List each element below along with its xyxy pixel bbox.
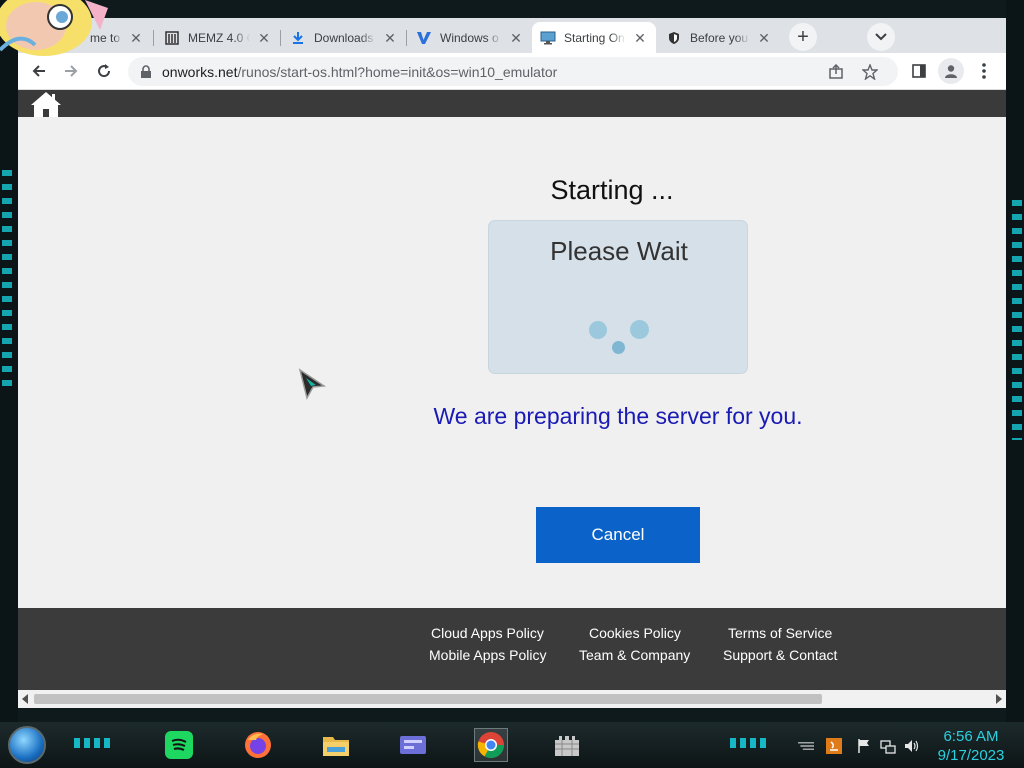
scrollbar-thumb[interactable]	[34, 694, 822, 704]
tab-5[interactable]: Before you ✕	[658, 22, 780, 53]
spinner-dot	[630, 320, 649, 339]
tab-4-active[interactable]: Starting On ✕	[532, 22, 656, 53]
reload-icon	[98, 64, 111, 78]
volume-icon[interactable]	[904, 738, 920, 754]
taskbar: 6:56 AM 9/17/2023	[0, 722, 1024, 768]
start-button[interactable]	[8, 726, 46, 764]
tab-separator	[406, 30, 407, 46]
tab-search-button[interactable]	[867, 23, 895, 51]
support-contact-link[interactable]: Support & Contact	[723, 647, 837, 663]
page-body: Starting ... Please Wait We are preparin…	[18, 117, 1006, 608]
chevron-down-icon	[875, 33, 887, 41]
browser-window: me to ✕ MEMZ 4.0 C ✕ Downloads ✕ Windows…	[18, 18, 1006, 708]
side-panel-icon	[912, 64, 926, 78]
shield-icon	[666, 30, 682, 46]
scroll-right-arrow-icon[interactable]	[996, 694, 1002, 704]
spotify-icon[interactable]	[162, 728, 196, 762]
cloud-apps-policy-link[interactable]: Cloud Apps Policy	[431, 625, 544, 641]
taskbar-decoration	[74, 738, 114, 748]
browser-toolbar: onworks.net/runos/start-os.html?home=ini…	[18, 53, 1006, 90]
site-header	[18, 90, 1006, 117]
profile-button[interactable]	[938, 58, 964, 84]
side-panel-button[interactable]	[906, 58, 932, 84]
castle-app-icon[interactable]	[550, 728, 584, 762]
tray-bars-icon[interactable]	[798, 738, 814, 754]
java-icon[interactable]	[826, 738, 842, 754]
tab-title: Windows o	[440, 30, 499, 45]
v-logo-icon	[416, 30, 432, 46]
monitor-icon	[540, 30, 556, 46]
star-icon	[862, 63, 878, 80]
share-button[interactable]	[828, 57, 844, 86]
mascot-desktop-icon[interactable]	[0, 0, 110, 62]
archive-icon	[164, 30, 180, 46]
tab-separator	[280, 30, 281, 46]
new-tab-button[interactable]: +	[789, 23, 817, 51]
close-icon[interactable]: ✕	[632, 30, 648, 46]
lock-icon	[141, 64, 151, 78]
close-icon[interactable]: ✕	[256, 30, 272, 46]
chrome-icon[interactable]	[474, 728, 508, 762]
url-host: onworks.net	[162, 63, 238, 80]
file-explorer-icon[interactable]	[319, 728, 353, 762]
arrow-left-icon	[32, 65, 45, 77]
starting-title: Starting ...	[550, 175, 674, 205]
cookies-policy-link[interactable]: Cookies Policy	[589, 625, 681, 641]
tab-separator	[153, 30, 154, 46]
clock-time[interactable]: 6:56 AM	[936, 728, 1006, 745]
share-icon	[829, 63, 843, 79]
team-company-link[interactable]: Team & Company	[579, 647, 690, 663]
media-app-icon[interactable]	[396, 728, 430, 762]
flag-icon[interactable]	[856, 738, 872, 754]
avatar-icon	[945, 65, 957, 78]
taskbar-decoration	[730, 738, 770, 748]
mouse-cursor-icon	[298, 368, 327, 401]
close-icon[interactable]: ✕	[128, 30, 144, 46]
wait-box: Please Wait	[488, 220, 748, 374]
terms-of-service-link[interactable]: Terms of Service	[728, 625, 832, 641]
url-path: /runos/start-os.html?home=init&os=win10_…	[237, 63, 558, 80]
network-icon[interactable]	[880, 738, 896, 754]
spinner-dot	[589, 321, 607, 339]
tab-title: MEMZ 4.0 C	[188, 30, 250, 45]
firefox-icon[interactable]	[241, 728, 275, 762]
tab-title: Before you	[690, 30, 749, 45]
tab-title: Downloads	[314, 30, 374, 45]
please-wait-text: Please Wait	[550, 236, 688, 266]
address-bar[interactable]: onworks.net/runos/start-os.html?home=ini…	[128, 57, 898, 86]
clock-date[interactable]: 9/17/2023	[932, 747, 1010, 764]
tab-1[interactable]: MEMZ 4.0 C ✕	[156, 22, 280, 53]
spinner-dot	[612, 341, 625, 354]
menu-button[interactable]	[971, 58, 997, 84]
site-footer: Cloud Apps Policy Cookies Policy Terms o…	[18, 608, 1006, 690]
close-icon[interactable]: ✕	[508, 30, 524, 46]
tab-2[interactable]: Downloads ✕	[282, 22, 406, 53]
bookmark-button[interactable]	[862, 57, 878, 86]
cancel-button[interactable]: Cancel	[536, 507, 700, 563]
wallpaper-accent-left	[2, 170, 12, 390]
preparing-message: We are preparing the server for you.	[433, 403, 803, 429]
tab-3[interactable]: Windows o ✕	[408, 22, 532, 53]
close-icon[interactable]: ✕	[756, 30, 772, 46]
tab-strip: me to ✕ MEMZ 4.0 C ✕ Downloads ✕ Windows…	[18, 18, 1006, 53]
home-icon[interactable]	[30, 91, 62, 118]
arrow-right-icon	[65, 65, 78, 77]
download-icon	[290, 30, 306, 46]
scroll-left-arrow-icon[interactable]	[22, 694, 28, 704]
more-vertical-icon	[982, 63, 986, 79]
mobile-apps-policy-link[interactable]: Mobile Apps Policy	[429, 647, 547, 663]
tab-title: Starting On	[564, 30, 625, 45]
horizontal-scrollbar[interactable]	[18, 690, 1006, 708]
close-icon[interactable]: ✕	[382, 30, 398, 46]
plus-icon: +	[797, 25, 809, 48]
